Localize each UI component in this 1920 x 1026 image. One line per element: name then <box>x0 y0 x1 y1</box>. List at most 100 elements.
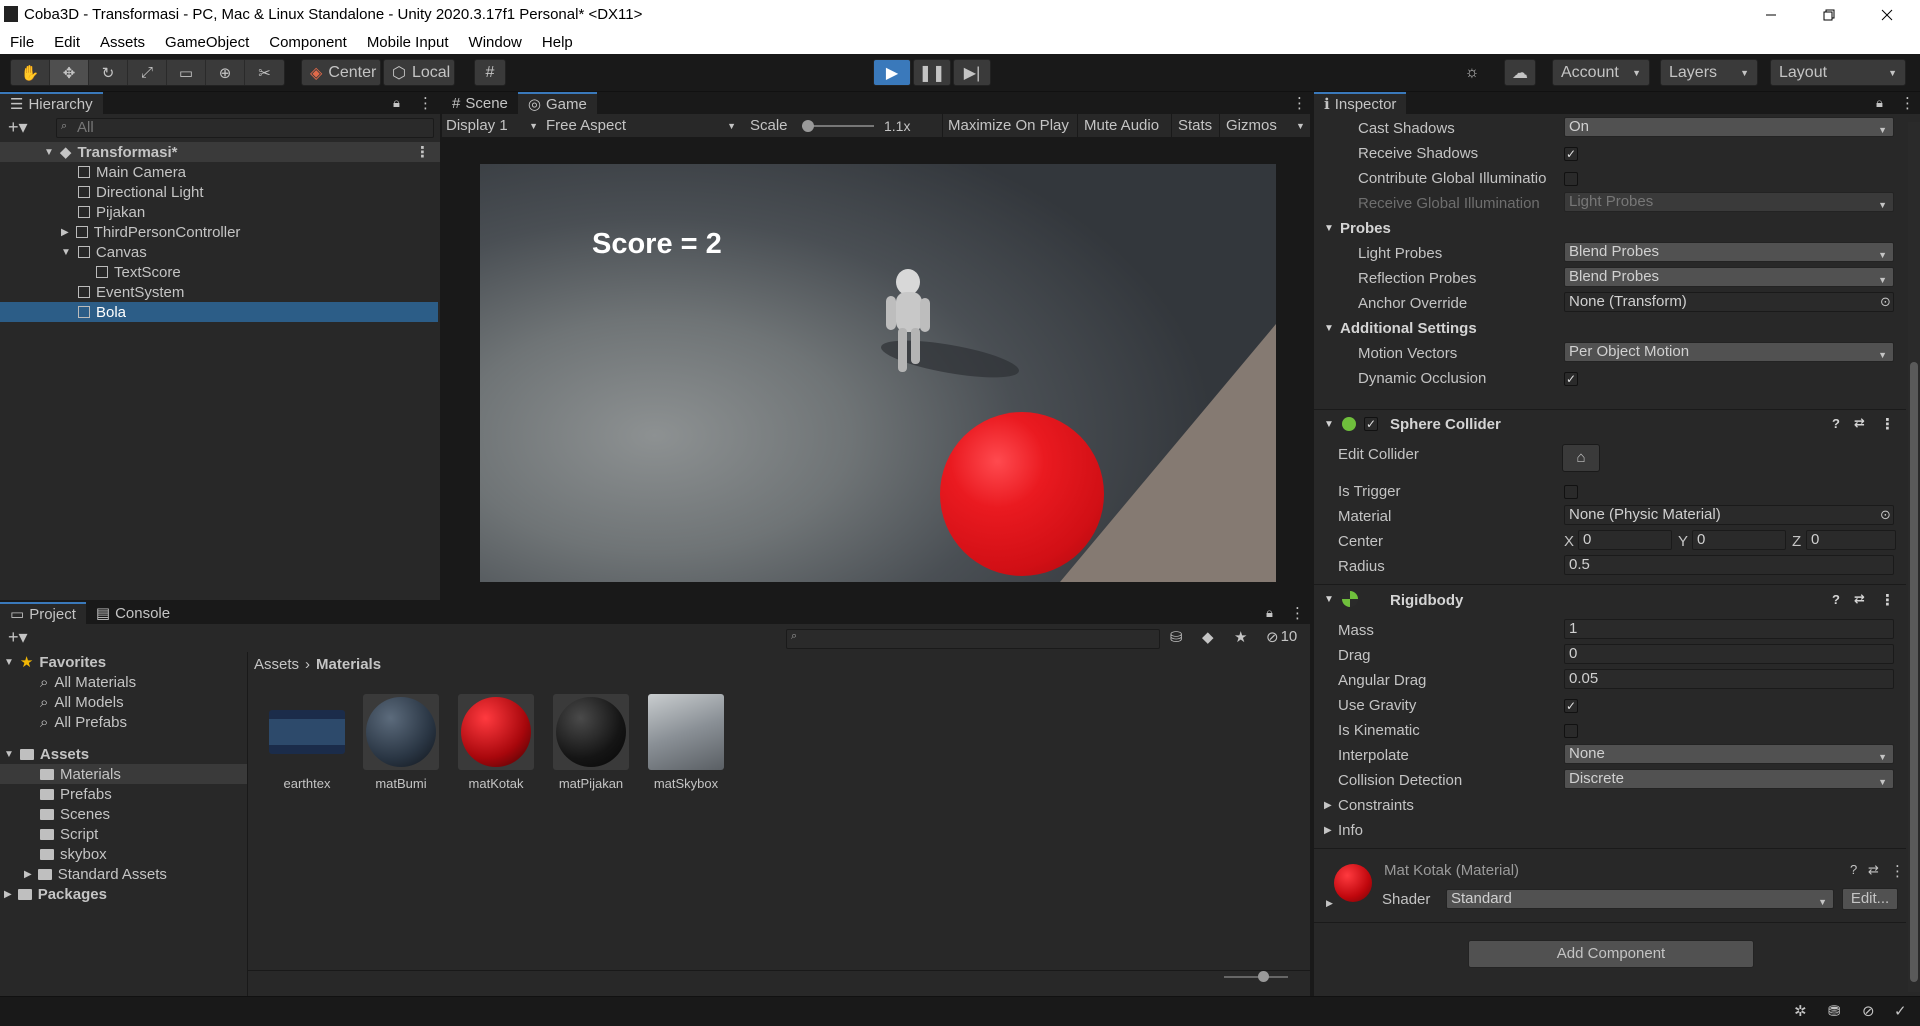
gizmos-dropdown-icon[interactable]: ▼ <box>1296 121 1305 131</box>
tab-game[interactable]: ◎ Game <box>517 92 597 114</box>
lock-icon[interactable]: 🔒︎ <box>1876 95 1883 111</box>
scene-more-icon[interactable]: ⋮ <box>415 143 430 161</box>
stats-toggle[interactable]: Stats <box>1171 114 1218 138</box>
menu-component[interactable]: Component <box>259 34 357 51</box>
expand-arrow-icon[interactable]: ▼ <box>1324 594 1334 605</box>
icon-size-slider-thumb[interactable] <box>1258 971 1269 982</box>
cache-server-icon[interactable]: ⛃ <box>1828 1002 1841 1020</box>
more-icon[interactable]: ⋮ <box>1292 94 1307 112</box>
shader-edit-button[interactable]: Edit... <box>1842 888 1898 910</box>
inspector-scrollbar[interactable] <box>1908 122 1920 992</box>
drag-input[interactable]: 0 <box>1564 644 1894 664</box>
pivot-local-button[interactable]: ⬡ Local <box>383 59 455 86</box>
lock-icon[interactable]: 🔒︎ <box>393 95 400 111</box>
folder-script[interactable]: Script <box>40 824 98 844</box>
hierarchy-item-directional-light[interactable]: Directional Light <box>0 182 440 202</box>
light-probes-dropdown[interactable]: Blend Probes <box>1564 242 1894 264</box>
hierarchy-item-thirdpersoncontroller[interactable]: ▶ ThirdPersonController <box>0 222 440 242</box>
object-picker-icon[interactable]: ⊙ <box>1880 507 1891 523</box>
tab-hierarchy[interactable]: ☰ Hierarchy <box>0 92 103 114</box>
probes-header[interactable]: Probes <box>1340 220 1391 237</box>
physic-material-field[interactable]: None (Physic Material) <box>1564 505 1894 525</box>
interpolate-dropdown[interactable]: None <box>1564 744 1894 766</box>
shader-dropdown[interactable]: Standard <box>1446 889 1834 911</box>
rigidbody-header[interactable]: Rigidbody <box>1390 592 1463 609</box>
tab-console[interactable]: ▤ Console <box>86 602 180 624</box>
edit-collider-button[interactable]: ⌂ <box>1562 444 1600 472</box>
gizmos-toggle[interactable]: Gizmos <box>1219 114 1283 138</box>
collapsed-arrow-icon[interactable]: ▶ <box>1324 825 1332 836</box>
assets-root[interactable]: ▼ Assets <box>4 744 89 764</box>
folder-standard-assets[interactable]: ▶ Standard Assets <box>24 864 167 884</box>
menu-edit[interactable]: Edit <box>44 34 90 51</box>
preset-icon[interactable]: ⇄ <box>1854 591 1865 607</box>
tab-project[interactable]: ▭ Project <box>0 602 86 624</box>
folder-prefabs[interactable]: Prefabs <box>40 784 112 804</box>
add-component-button[interactable]: Add Component <box>1468 940 1754 968</box>
expand-arrow-icon[interactable]: ▼ <box>61 247 71 258</box>
transform-tool-icon[interactable]: ⊕ <box>206 60 245 85</box>
cast-shadows-dropdown[interactable]: On <box>1564 117 1894 139</box>
search-by-label-icon[interactable]: ◆ <box>1202 628 1214 646</box>
object-picker-icon[interactable]: ⊙ <box>1880 294 1891 310</box>
contribute-gi-checkbox[interactable] <box>1564 172 1578 186</box>
anchor-override-field[interactable]: None (Transform) <box>1564 292 1894 312</box>
scale-slider-thumb[interactable] <box>802 120 814 132</box>
aspect-dropdown[interactable]: Free Aspect ▼ <box>546 117 736 134</box>
menu-help[interactable]: Help <box>532 34 583 51</box>
preset-icon[interactable]: ⇄ <box>1868 862 1879 878</box>
preset-icon[interactable]: ⇄ <box>1854 415 1865 431</box>
sphere-collider-header[interactable]: Sphere Collider <box>1390 416 1501 433</box>
center-x-input[interactable]: 0 <box>1578 530 1672 550</box>
center-z-input[interactable]: 0 <box>1806 530 1896 550</box>
layers-dropdown[interactable]: Layers ▼ <box>1660 59 1758 86</box>
asset-earthtex[interactable]: earthtex <box>264 694 350 791</box>
create-asset-icon[interactable]: +▾ <box>8 627 28 648</box>
hidden-packages-toggle[interactable]: ⊘ 10 <box>1266 628 1297 646</box>
angular-drag-input[interactable]: 0.05 <box>1564 669 1894 689</box>
constraints-foldout[interactable]: Constraints <box>1338 797 1414 814</box>
lock-icon[interactable]: 🔒︎ <box>1266 605 1273 621</box>
collapsed-arrow-icon[interactable]: ▶ <box>1324 800 1332 811</box>
search-by-type-icon[interactable]: ⛁ <box>1170 628 1183 646</box>
more-icon[interactable]: ⋮ <box>1900 94 1915 112</box>
lighting-settings-icon[interactable]: ☼ <box>1456 59 1488 86</box>
layout-dropdown[interactable]: Layout ▼ <box>1770 59 1906 86</box>
hierarchy-item-eventsystem[interactable]: EventSystem <box>0 282 440 302</box>
auto-lighting-icon[interactable]: ⊘ <box>1862 1002 1875 1020</box>
folder-scenes[interactable]: Scenes <box>40 804 110 824</box>
rotate-tool-icon[interactable]: ↻ <box>89 60 128 85</box>
more-icon[interactable]: ⋮ <box>1290 604 1305 622</box>
component-more-icon[interactable]: ⋮ <box>1880 415 1895 433</box>
breadcrumb-assets[interactable]: Assets <box>254 656 299 673</box>
cloud-icon[interactable]: ☁ <box>1504 59 1536 86</box>
center-y-input[interactable]: 0 <box>1692 530 1786 550</box>
grid-snap-icon[interactable]: # <box>474 59 506 86</box>
scale-tool-icon[interactable]: ⤢ <box>128 60 167 85</box>
menu-window[interactable]: Window <box>459 34 532 51</box>
progress-check-icon[interactable]: ✓ <box>1894 1002 1907 1020</box>
bug-icon[interactable]: ✲ <box>1794 1002 1807 1020</box>
receive-shadows-checkbox[interactable]: ✓ <box>1564 147 1578 161</box>
hierarchy-item-pijakan[interactable]: Pijakan <box>0 202 440 222</box>
motion-vectors-dropdown[interactable]: Per Object Motion <box>1564 342 1894 364</box>
step-button[interactable]: ▶| <box>953 59 991 86</box>
expand-arrow-icon[interactable]: ▼ <box>1324 323 1334 334</box>
favorite-all-materials[interactable]: ⌕ All Materials <box>40 672 136 692</box>
expand-arrow-icon[interactable]: ▼ <box>1324 419 1334 430</box>
hierarchy-item-canvas[interactable]: ▼ Canvas <box>0 242 440 262</box>
asset-matkotak[interactable]: matKotak <box>453 694 539 791</box>
favorite-star-icon[interactable]: ★ <box>1234 628 1247 646</box>
mute-audio-toggle[interactable]: Mute Audio <box>1077 114 1165 138</box>
move-tool-icon[interactable]: ✥ <box>50 60 89 85</box>
asset-matpijakan[interactable]: matPijakan <box>548 694 634 791</box>
expand-arrow-icon[interactable]: ▼ <box>1324 223 1334 234</box>
collapsed-arrow-icon[interactable]: ▶ <box>1326 898 1333 909</box>
component-more-icon[interactable]: ⋮ <box>1890 862 1905 880</box>
more-icon[interactable]: ⋮ <box>418 94 433 112</box>
custom-tool-icon[interactable]: ✂ <box>245 60 284 85</box>
folder-materials[interactable]: Materials <box>0 764 247 784</box>
use-gravity-checkbox[interactable]: ✓ <box>1564 699 1578 713</box>
collision-detection-dropdown[interactable]: Discrete <box>1564 769 1894 791</box>
add-icon[interactable]: +▾ <box>8 117 28 138</box>
